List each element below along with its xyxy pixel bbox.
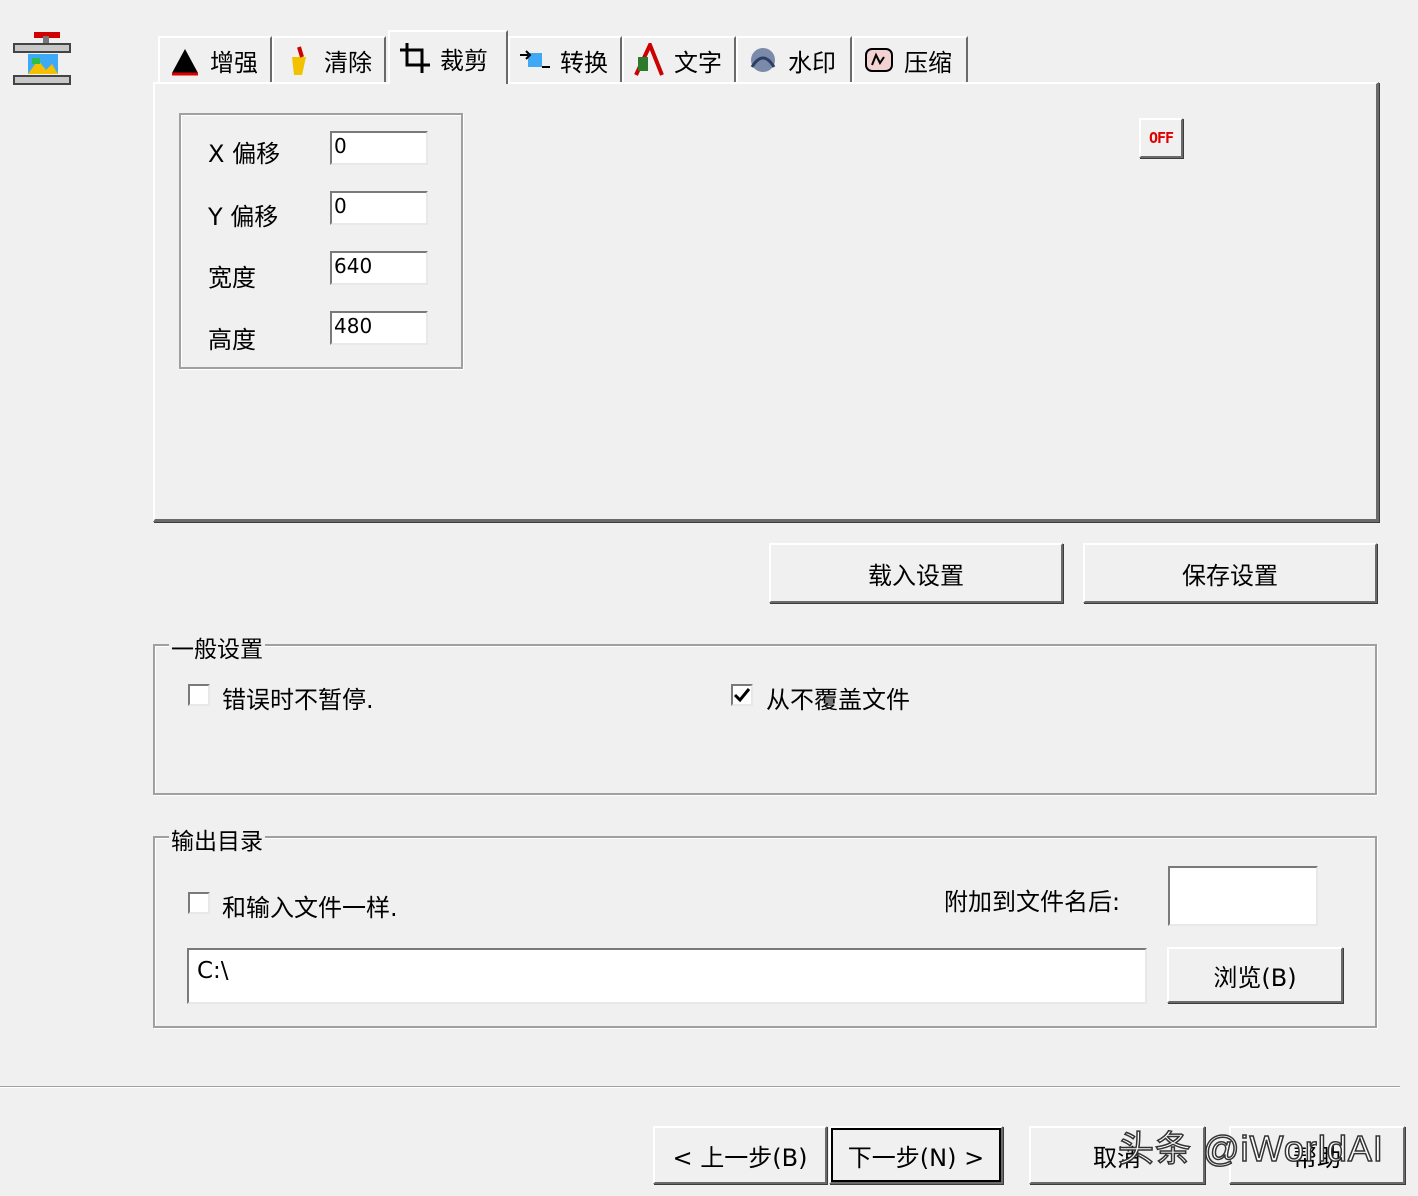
save-settings-button[interactable]: 保存设置: [1083, 543, 1377, 603]
tab-clear[interactable]: 清除: [272, 36, 386, 82]
output-path-input[interactable]: C:\: [187, 948, 1147, 1004]
tab-compress[interactable]: 压缩: [852, 36, 968, 82]
general-settings-title: 一般设置: [169, 630, 265, 664]
tab-label: 水印: [788, 48, 836, 77]
tab-enhance[interactable]: 增强: [158, 36, 272, 82]
tab-label: 压缩: [904, 48, 952, 77]
footer-separator: [0, 1086, 1400, 1088]
height-label: 高度: [208, 326, 256, 354]
compress-icon: [862, 43, 896, 77]
convert-icon: [518, 43, 552, 77]
off-toggle-button[interactable]: OFF: [1139, 118, 1183, 158]
crop-icon: [398, 41, 432, 75]
tab-label: 转换: [560, 48, 608, 77]
off-label: OFF: [1148, 129, 1174, 147]
width-input[interactable]: 640: [330, 251, 428, 285]
enhance-icon: [168, 43, 202, 77]
y-offset-input[interactable]: 0: [330, 191, 428, 225]
width-label: 宽度: [208, 264, 256, 292]
never-overwrite-label: 从不覆盖文件: [766, 686, 910, 714]
tab-convert[interactable]: 转换: [508, 36, 622, 82]
watermark-text: 头条 @iWorldAI: [1117, 1127, 1384, 1170]
text-icon: [632, 39, 666, 77]
next-button[interactable]: 下一步(N) >: [829, 1126, 1003, 1184]
tab-label: 增强: [210, 48, 258, 77]
tab-label: 文字: [674, 48, 722, 77]
no-pause-checkbox[interactable]: [188, 684, 210, 706]
tab-crop[interactable]: 裁剪: [388, 30, 508, 84]
checkmark-icon: [733, 688, 751, 703]
x-offset-label: X 偏移: [208, 140, 281, 168]
suffix-input[interactable]: [1168, 866, 1318, 926]
output-directory-title: 输出目录: [169, 822, 265, 856]
app-icon: [10, 30, 74, 92]
height-input[interactable]: 480: [330, 311, 428, 345]
same-as-input-label: 和输入文件一样.: [222, 894, 398, 922]
clear-icon: [282, 43, 316, 77]
never-overwrite-checkbox[interactable]: [731, 684, 753, 706]
tab-label: 清除: [324, 48, 372, 77]
suffix-label: 附加到文件名后:: [944, 888, 1121, 916]
tab-watermark[interactable]: 水印: [736, 36, 852, 82]
prev-button[interactable]: < 上一步(B): [653, 1126, 827, 1184]
no-pause-label: 错误时不暂停.: [222, 686, 374, 714]
tab-text[interactable]: 文字: [622, 36, 736, 82]
browse-button[interactable]: 浏览(B): [1167, 947, 1343, 1003]
watermark-icon: [746, 43, 780, 77]
same-as-input-checkbox[interactable]: [188, 892, 210, 914]
x-offset-input[interactable]: 0: [330, 131, 428, 165]
tab-label: 裁剪: [440, 46, 488, 75]
y-offset-label: Y 偏移: [208, 203, 279, 231]
general-settings-group: [153, 644, 1377, 795]
load-settings-button[interactable]: 载入设置: [769, 543, 1063, 603]
